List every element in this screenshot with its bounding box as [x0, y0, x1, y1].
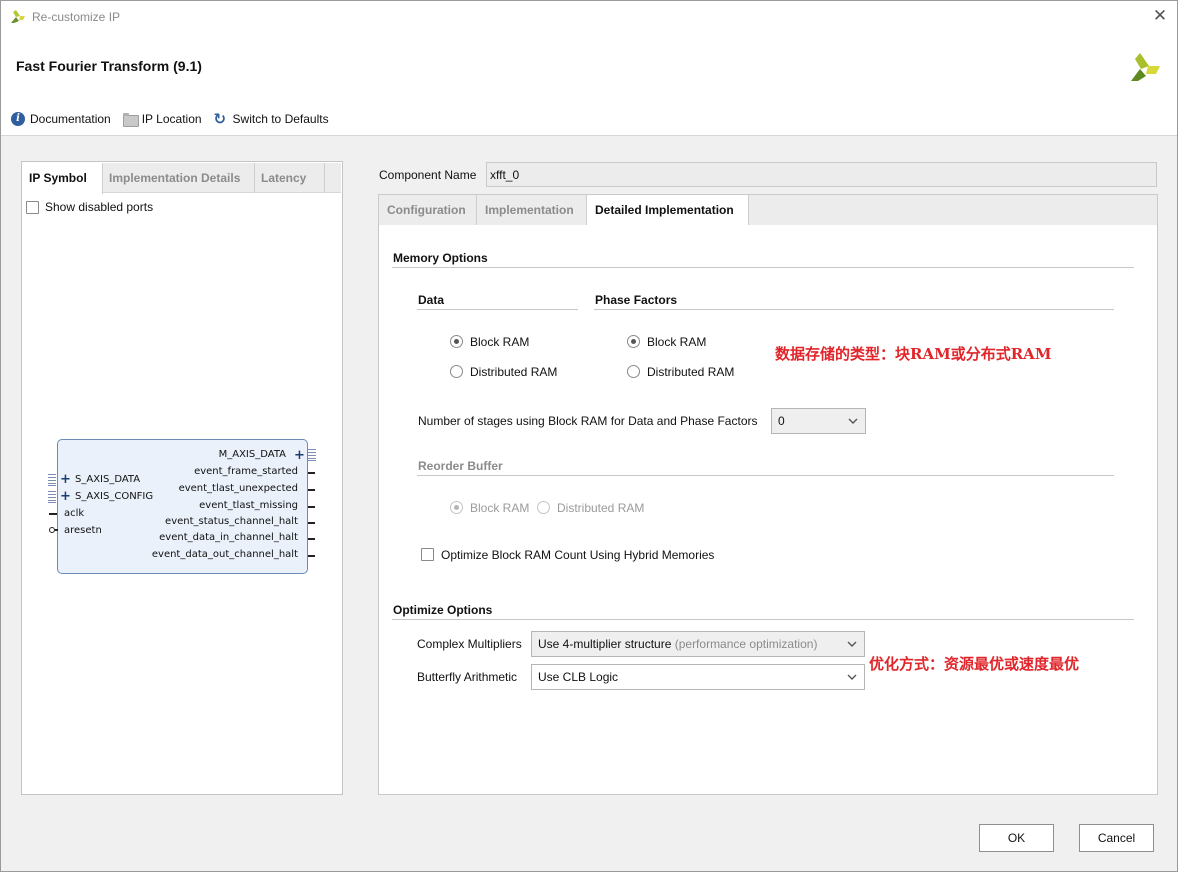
port-line — [308, 472, 315, 474]
data-block-ram-label: Block RAM — [470, 335, 530, 349]
expand-plus-icon[interactable]: + — [60, 490, 71, 503]
phase-distributed-ram-label: Distributed RAM — [647, 365, 735, 379]
data-block-ram-radio[interactable] — [450, 335, 463, 348]
reorder-block-ram-radio[interactable] — [450, 501, 463, 514]
component-name-label: Component Name — [379, 168, 477, 182]
ip-title: Fast Fourier Transform (9.1) — [16, 58, 202, 74]
reorder-distributed-ram-radio[interactable] — [537, 501, 550, 514]
port-event-data-out-channel-halt: event_data_out_channel_halt — [151, 549, 298, 560]
complex-multipliers-select[interactable]: Use 4-multiplier structure (performance … — [531, 631, 865, 657]
switch-to-defaults-button[interactable]: ↻ Switch to Defaults — [213, 110, 329, 128]
stages-label: Number of stages using Block RAM for Dat… — [418, 414, 758, 428]
xilinx-logo-small-icon — [11, 10, 25, 23]
chevron-down-icon — [847, 415, 859, 427]
dialog-header: Fast Fourier Transform (9.1) i Documenta… — [1, 32, 1177, 136]
phase-block-ram-radio[interactable] — [627, 335, 640, 348]
chevron-down-icon — [846, 671, 858, 683]
config-tab-bar: Configuration Implementation Detailed Im… — [378, 194, 1158, 226]
complex-multipliers-hint: (performance optimization) — [674, 637, 818, 651]
xilinx-logo-icon — [1131, 53, 1160, 81]
butterfly-arithmetic-select[interactable]: Use CLB Logic — [531, 664, 865, 690]
complex-multipliers-label: Complex Multipliers — [417, 637, 522, 651]
folder-icon — [122, 112, 139, 127]
expand-plus-icon[interactable]: + — [294, 449, 305, 462]
close-icon[interactable]: ✕ — [1151, 7, 1169, 25]
port-aresetn: aresetn — [64, 525, 102, 536]
memory-type-annotation: 数据存储的类型：块RAM或分布式RAM — [775, 345, 1052, 363]
port-line — [49, 513, 57, 515]
chevron-down-icon — [846, 638, 858, 650]
port-event-data-in-channel-halt: event_data_in_channel_halt — [159, 532, 298, 543]
port-s-axis-data: S_AXIS_DATA — [75, 474, 141, 485]
cancel-button[interactable]: Cancel — [1079, 824, 1154, 852]
ip-location-label: IP Location — [141, 112, 202, 126]
bus-icon — [48, 474, 56, 486]
documentation-label: Documentation — [30, 112, 111, 126]
re-customize-ip-dialog: Re-customize IP ✕ Fast Fourier Transform… — [0, 0, 1178, 872]
port-line — [308, 489, 315, 491]
butterfly-arithmetic-value: Use CLB Logic — [538, 670, 619, 684]
documentation-button[interactable]: i Documentation — [11, 112, 111, 126]
divider — [594, 309, 1114, 310]
port-event-tlast-unexpected: event_tlast_unexpected — [178, 483, 298, 494]
info-icon: i — [11, 112, 25, 126]
toolbar: i Documentation IP Location ↻ Switch to … — [11, 110, 341, 128]
phase-factors-title: Phase Factors — [595, 293, 678, 307]
reorder-buffer-title: Reorder Buffer — [418, 459, 503, 473]
left-tab-bar: IP Symbol Implementation Details Latency — [23, 163, 341, 194]
port-event-tlast-missing: event_tlast_missing — [199, 500, 298, 511]
tab-configuration[interactable]: Configuration — [379, 195, 477, 226]
ok-button[interactable]: OK — [979, 824, 1054, 852]
tab-ip-symbol[interactable]: IP Symbol — [23, 163, 103, 194]
optimize-options-title: Optimize Options — [393, 603, 493, 617]
reorder-distributed-ram-label: Distributed RAM — [557, 501, 645, 515]
phase-distributed-ram-radio[interactable] — [627, 365, 640, 378]
expand-plus-icon[interactable]: + — [60, 473, 71, 486]
tab-detailed-implementation[interactable]: Detailed Implementation — [587, 195, 749, 226]
data-distributed-ram-radio[interactable] — [450, 365, 463, 378]
reorder-block-ram-label: Block RAM — [470, 501, 530, 515]
component-name-field[interactable]: xfft_0 — [486, 162, 1157, 187]
window-title: Re-customize IP — [32, 10, 121, 24]
butterfly-arithmetic-label: Butterfly Arithmetic — [417, 670, 518, 684]
port-s-axis-config: S_AXIS_CONFIG — [75, 491, 154, 502]
stages-value: 0 — [778, 414, 785, 428]
stages-select[interactable]: 0 — [771, 408, 866, 434]
hybrid-memories-label: Optimize Block RAM Count Using Hybrid Me… — [441, 548, 715, 562]
data-title: Data — [418, 293, 445, 307]
port-line — [308, 555, 315, 557]
show-disabled-ports-checkbox[interactable] — [26, 201, 39, 214]
hybrid-memories-checkbox[interactable] — [421, 548, 434, 561]
port-event-frame-started: event_frame_started — [194, 466, 298, 477]
optimize-annotation: 优化方式：资源最优或速度最优 — [869, 655, 1080, 673]
tab-implementation[interactable]: Implementation — [477, 195, 587, 226]
port-aclk: aclk — [64, 508, 85, 519]
divider — [392, 267, 1134, 268]
data-distributed-ram-label: Distributed RAM — [470, 365, 558, 379]
port-line — [308, 506, 315, 508]
memory-options-title: Memory Options — [393, 251, 488, 265]
phase-block-ram-label: Block RAM — [647, 335, 707, 349]
divider — [417, 475, 1114, 476]
show-disabled-ports-label: Show disabled ports — [45, 200, 154, 214]
port-line — [308, 522, 315, 524]
divider — [417, 309, 578, 310]
bus-icon — [308, 449, 316, 461]
port-event-status-channel-halt: event_status_channel_halt — [165, 516, 298, 527]
bus-icon — [48, 491, 56, 503]
refresh-icon: ↻ — [213, 110, 227, 128]
tab-implementation-details[interactable]: Implementation Details — [103, 163, 255, 193]
complex-multipliers-value: Use 4-multiplier structure — [538, 637, 672, 651]
tab-latency[interactable]: Latency — [255, 163, 325, 193]
divider — [392, 619, 1134, 620]
port-line — [55, 529, 58, 531]
port-line — [308, 538, 315, 540]
ip-location-button[interactable]: IP Location — [122, 112, 202, 127]
title-bar: Re-customize IP ✕ — [1, 1, 1177, 32]
switch-to-defaults-label: Switch to Defaults — [232, 112, 329, 126]
port-m-axis-data: M_AXIS_DATA — [218, 449, 286, 460]
